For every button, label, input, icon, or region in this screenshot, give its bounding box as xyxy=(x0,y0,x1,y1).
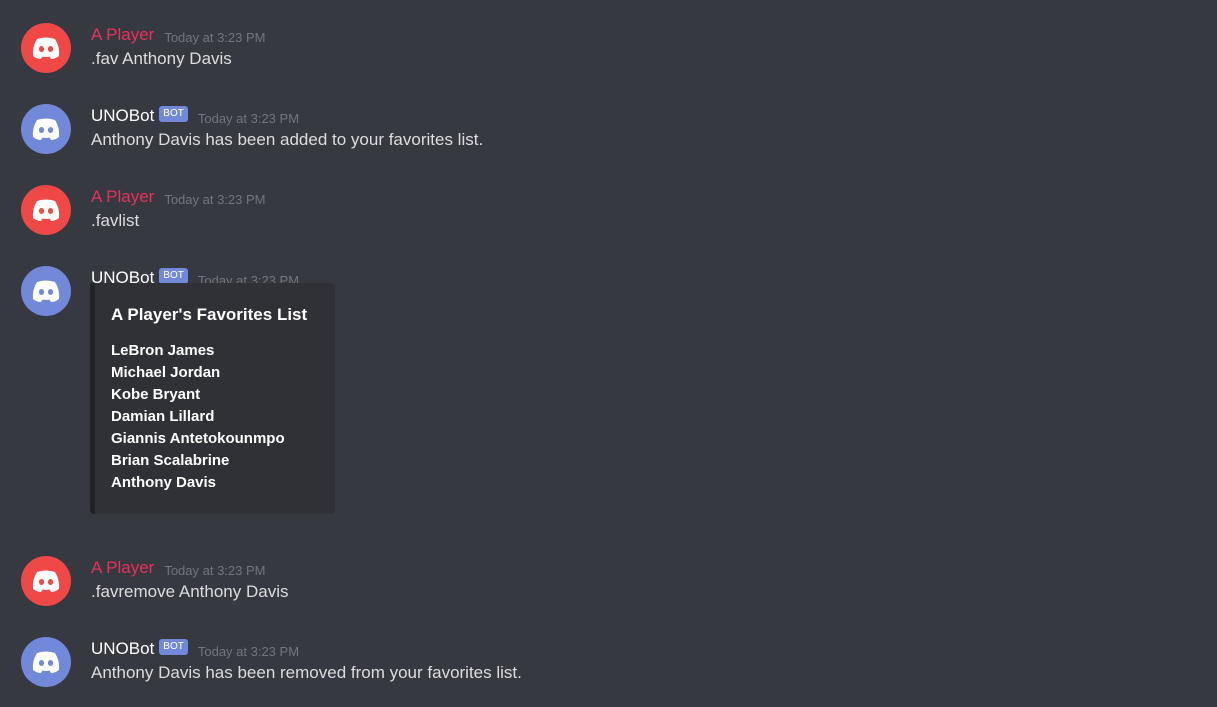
username[interactable]: A Player xyxy=(91,187,154,207)
list-item: Giannis Antetokounmpo xyxy=(111,430,285,447)
favorites-embed: A Player's Favorites List LeBron James M… xyxy=(90,283,335,514)
discord-logo-icon xyxy=(32,280,60,302)
bot-tag: BOT xyxy=(159,268,188,284)
avatar[interactable] xyxy=(21,637,71,687)
message-text: Anthony Davis has been removed from your… xyxy=(91,663,522,682)
message-header: A Player Today at 3:23 PM xyxy=(91,556,265,580)
favorites-list: LeBron James Michael Jordan Kobe Bryant … xyxy=(111,340,285,494)
avatar[interactable] xyxy=(21,185,71,235)
timestamp: Today at 3:23 PM xyxy=(164,29,266,45)
list-item: Michael Jordan xyxy=(111,364,221,381)
bot-tag: BOT xyxy=(159,106,188,122)
discord-logo-icon xyxy=(32,37,60,59)
message-text: .fav Anthony Davis xyxy=(91,49,232,68)
list-item: Kobe Bryant xyxy=(111,386,201,403)
avatar[interactable] xyxy=(21,104,71,154)
timestamp: Today at 3:23 PM xyxy=(164,191,266,207)
username[interactable]: A Player xyxy=(91,25,154,45)
chat-messages: A Player Today at 3:23 PM .fav Anthony D… xyxy=(0,0,1217,707)
username[interactable]: A Player xyxy=(91,558,154,578)
username[interactable]: UNOBot xyxy=(91,106,154,126)
list-item: LeBron James xyxy=(111,342,215,359)
timestamp: Today at 3:23 PM xyxy=(164,562,266,578)
message-header: UNOBot BOT Today at 3:23 PM xyxy=(91,637,299,661)
discord-logo-icon xyxy=(32,118,60,140)
timestamp: Today at 3:23 PM xyxy=(197,643,300,659)
discord-logo-icon xyxy=(32,199,60,221)
bot-tag: BOT xyxy=(159,639,188,655)
discord-logo-icon xyxy=(32,651,60,673)
avatar[interactable] xyxy=(21,556,71,606)
message-text: Anthony Davis has been added to your fav… xyxy=(91,130,484,149)
list-item: Brian Scalabrine xyxy=(111,452,230,469)
timestamp: Today at 3:23 PM xyxy=(197,110,300,126)
message-header: A Player Today at 3:23 PM xyxy=(91,23,265,47)
list-item: Anthony Davis xyxy=(111,474,217,491)
username[interactable]: UNOBot xyxy=(91,639,154,659)
message-header: UNOBot BOT Today at 3:23 PM xyxy=(91,104,299,128)
discord-logo-icon xyxy=(32,570,60,592)
list-item: Damian Lillard xyxy=(111,408,215,425)
avatar[interactable] xyxy=(21,23,71,73)
message-text: .favremove Anthony Davis xyxy=(91,582,289,601)
message-text: .favlist xyxy=(91,211,140,230)
avatar[interactable] xyxy=(21,266,71,316)
embed-title: A Player's Favorites List xyxy=(111,305,308,324)
message-header: A Player Today at 3:23 PM xyxy=(91,185,265,209)
